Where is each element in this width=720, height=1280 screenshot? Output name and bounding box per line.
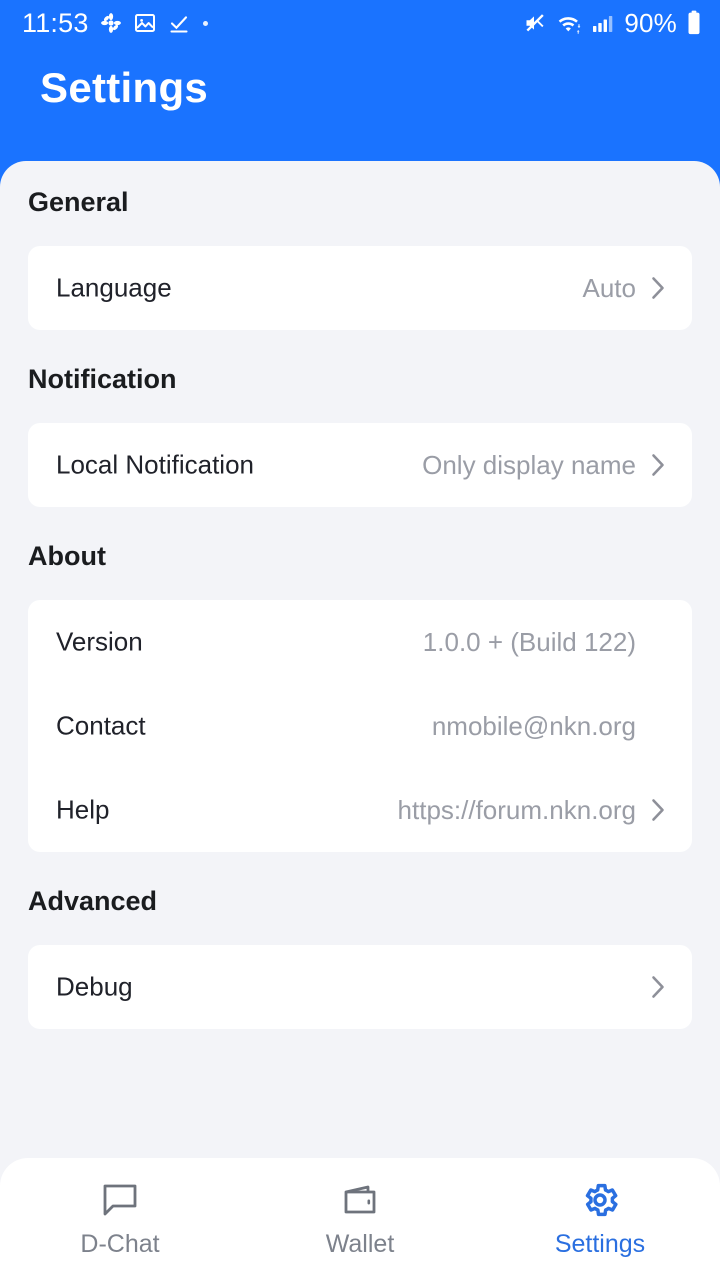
bottom-navigation: D-Chat Wallet Settings: [0, 1158, 720, 1280]
section-title-general: General: [28, 187, 129, 217]
dot-icon: [202, 20, 208, 26]
chevron-placeholder: [648, 713, 668, 739]
tab-label-settings: Settings: [554, 1230, 646, 1258]
card-advanced: Debug: [28, 945, 692, 1029]
wifi-icon: [556, 11, 582, 35]
row-language[interactable]: Language Auto: [28, 246, 692, 330]
flower-icon: [99, 11, 123, 35]
image-icon: [133, 11, 157, 35]
row-help[interactable]: Help https://forum.nkn.org: [28, 768, 692, 852]
section-title-about: About: [28, 541, 106, 571]
row-contact[interactable]: Contact nmobile@nkn.org: [28, 684, 692, 768]
mute-icon: [523, 11, 547, 35]
chevron-right-icon: [648, 275, 668, 301]
row-value-contact: nmobile@nkn.org: [431, 710, 636, 741]
section-title-notification: Notification: [28, 364, 177, 394]
chevron-right-icon: [648, 797, 668, 823]
row-value-version: 1.0.0 + (Build 122): [422, 626, 636, 657]
status-time: 11:53: [22, 7, 89, 38]
row-label-help: Help: [56, 794, 110, 825]
download-complete-icon: [167, 11, 191, 35]
card-general: Language Auto: [28, 246, 692, 330]
row-version: Version 1.0.0 + (Build 122): [28, 600, 692, 684]
app-header: Settings: [0, 46, 720, 161]
chevron-placeholder: [648, 629, 668, 655]
tab-label-d-chat: D-Chat: [80, 1230, 160, 1258]
status-bar-left: 11:53: [22, 8, 208, 39]
battery-icon: [686, 10, 702, 36]
phone-screen: 11:53 90% Settings General Language Auto…: [0, 0, 720, 1280]
status-bar: 11:53 90%: [0, 0, 720, 46]
row-value-language: Auto: [582, 272, 637, 303]
wallet-icon: [338, 1180, 382, 1220]
chat-bubble-icon: [98, 1180, 142, 1220]
row-label-debug: Debug: [56, 971, 133, 1002]
card-about: Version 1.0.0 + (Build 122) Contact nmob…: [28, 600, 692, 852]
tab-wallet[interactable]: Wallet: [260, 1180, 460, 1259]
row-label-local-notification: Local Notification: [56, 449, 254, 480]
section-title-advanced: Advanced: [28, 886, 158, 916]
row-label-version: Version: [56, 626, 143, 657]
battery-percent: 90%: [624, 7, 677, 38]
tab-d-chat[interactable]: D-Chat: [20, 1180, 220, 1259]
row-value-local-notification: Only display name: [422, 449, 636, 480]
chevron-right-icon: [648, 974, 668, 1000]
row-label-language: Language: [56, 272, 172, 303]
row-local-notification[interactable]: Local Notification Only display name: [28, 423, 692, 507]
page-title: Settings: [40, 64, 209, 111]
card-notification: Local Notification Only display name: [28, 423, 692, 507]
chevron-right-icon: [648, 452, 668, 478]
row-debug[interactable]: Debug: [28, 945, 692, 1029]
tab-label-wallet: Wallet: [325, 1230, 395, 1258]
row-value-help: https://forum.nkn.org: [397, 794, 636, 825]
settings-content: General Language Auto Notification Local…: [0, 161, 720, 1280]
gear-icon: [578, 1180, 622, 1220]
status-bar-right: 90%: [523, 8, 702, 39]
signal-icon: [591, 12, 615, 34]
tab-settings[interactable]: Settings: [500, 1180, 700, 1259]
row-label-contact: Contact: [56, 710, 146, 741]
